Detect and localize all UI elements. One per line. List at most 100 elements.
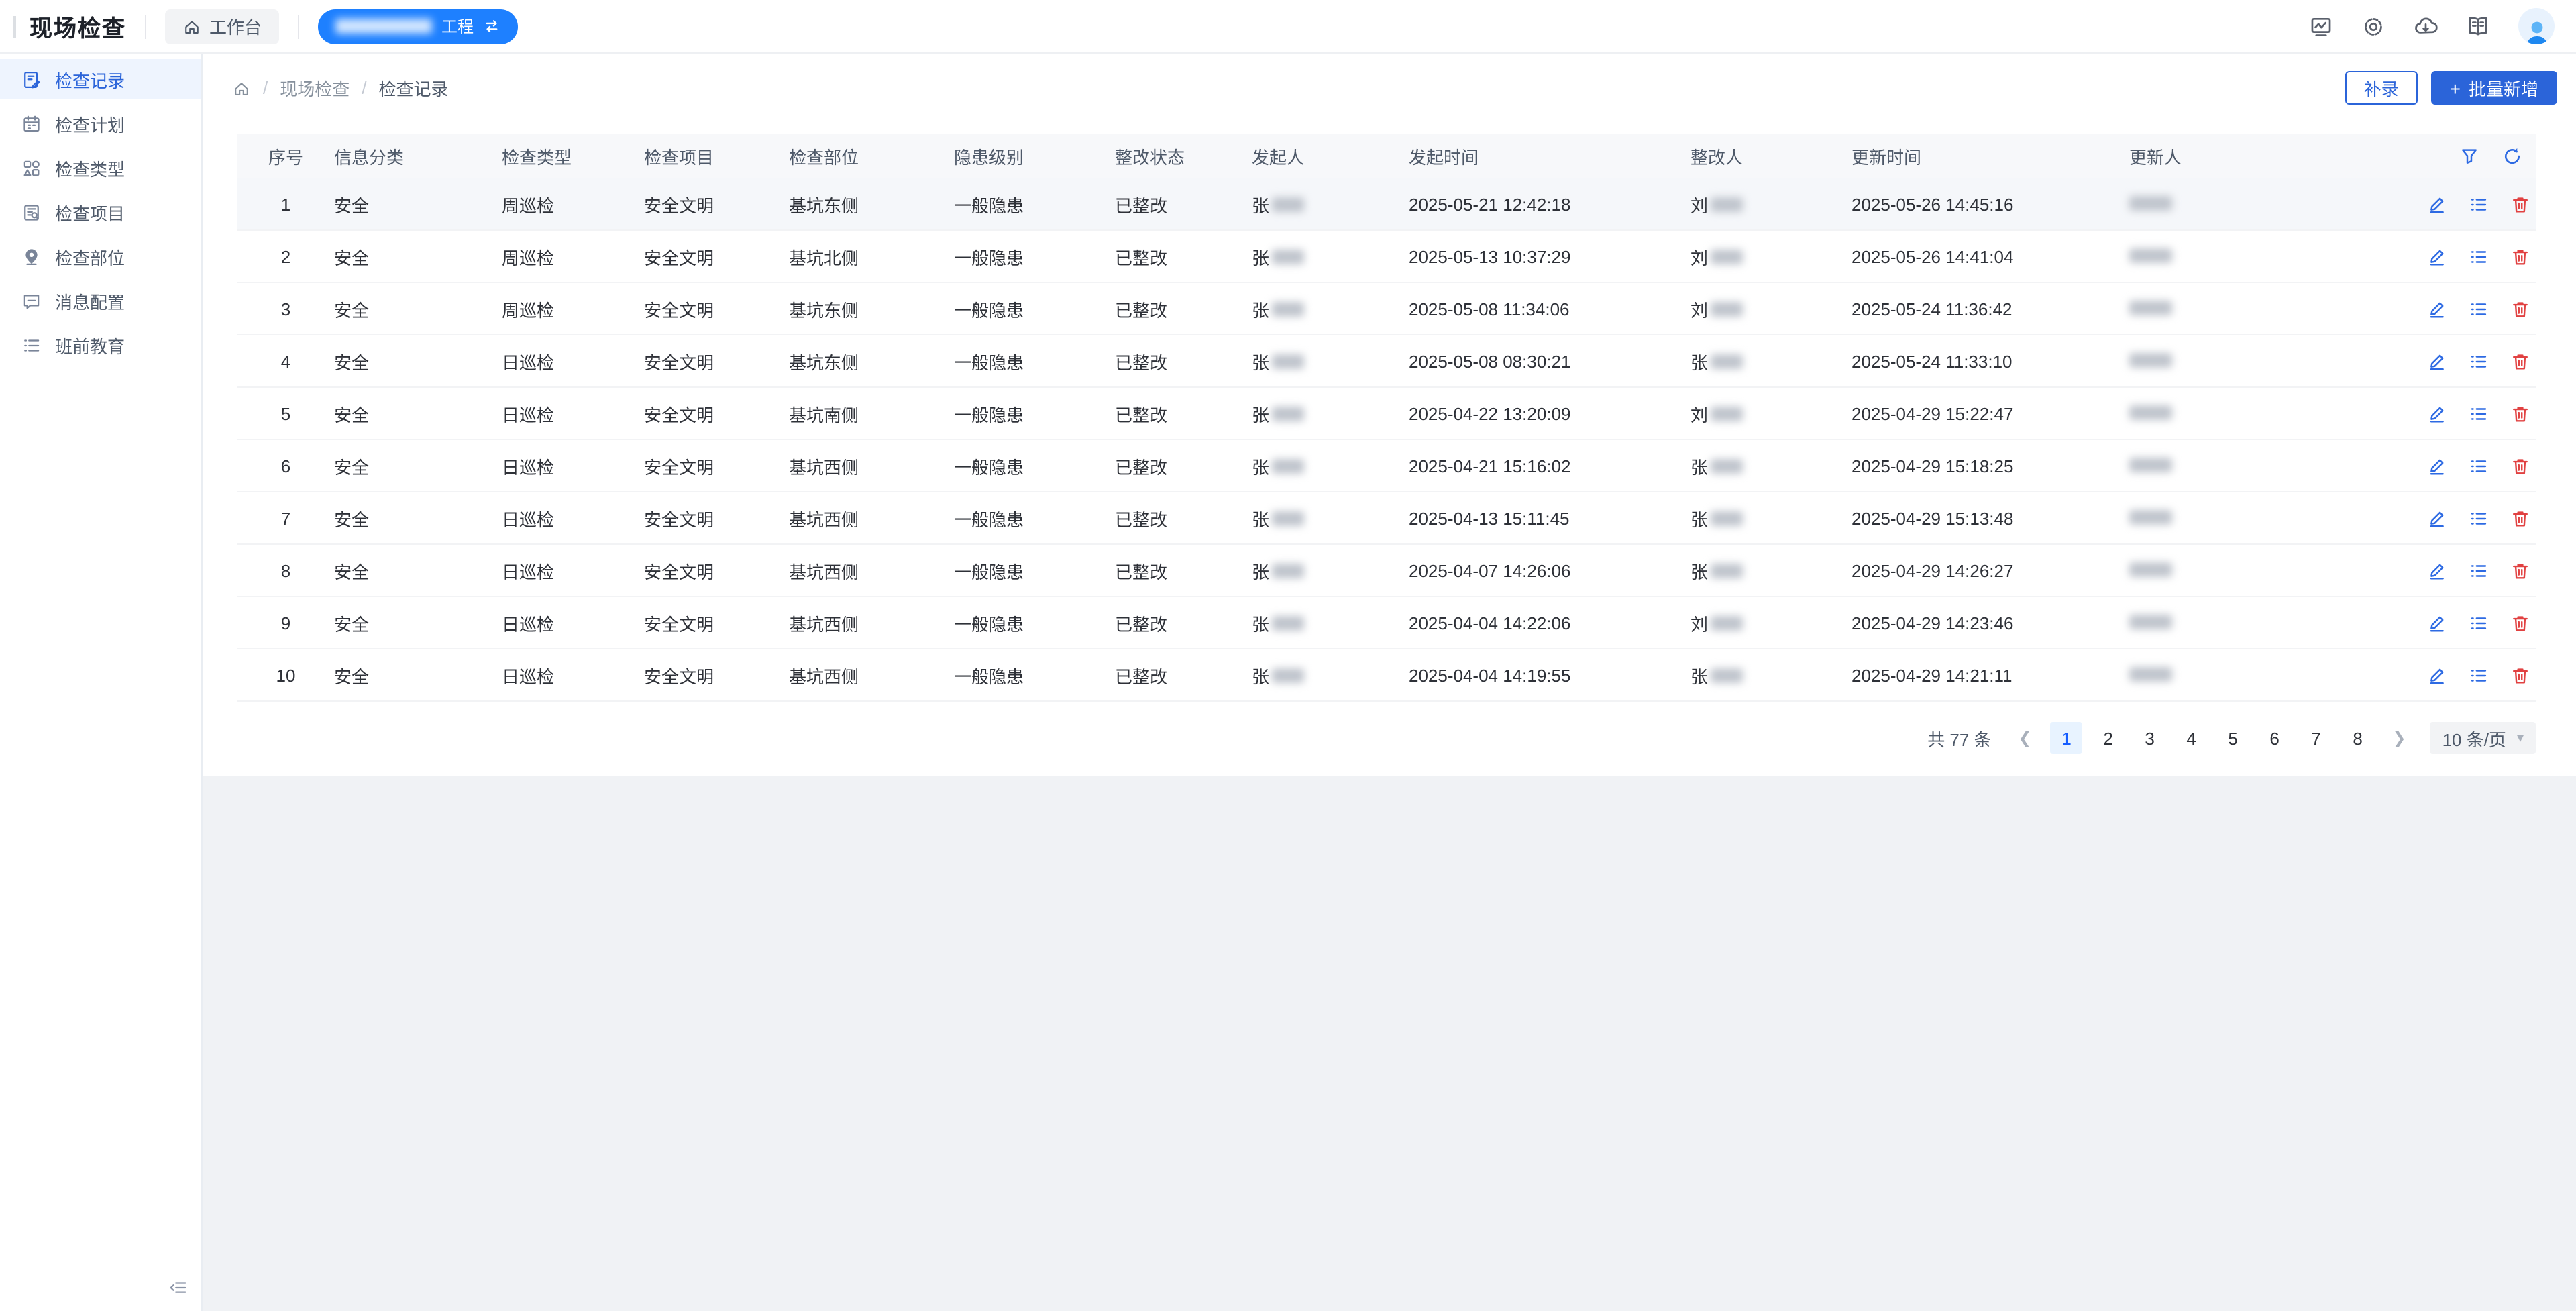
table-row[interactable]: 6 安全 日巡检 安全文明 基坑西侧 一般隐患 已整改 张 2025-04-21… [237,439,2536,492]
page-button-8[interactable]: 8 [2342,722,2374,754]
table-row[interactable]: 3 安全 周巡检 安全文明 基坑东侧 一般隐患 已整改 张 2025-05-08… [237,282,2536,335]
page-button-2[interactable]: 2 [2092,722,2125,754]
edit-icon[interactable] [2426,298,2447,319]
page-size-select[interactable]: 10 条/页 ▾ [2430,722,2536,754]
sidebar: 检查记录 检查计划 检查类型 [0,54,203,1311]
detail-list-icon[interactable] [2467,455,2489,476]
home-icon[interactable] [232,78,251,97]
delete-icon[interactable] [2509,298,2530,319]
edit-icon[interactable] [2426,193,2447,215]
cell-status: 已整改 [1115,439,1252,492]
delete-icon[interactable] [2509,664,2530,686]
detail-list-icon[interactable] [2467,298,2489,319]
chevron-right-icon[interactable]: ❯ [2383,722,2416,754]
redacted-text [1272,563,1304,578]
sidebar-item-inspection-plan[interactable]: 检查计划 [0,103,201,144]
cell-no: 1 [237,178,334,230]
page-button-4[interactable]: 4 [2176,722,2208,754]
cell-updated-at: 2025-05-24 11:36:42 [1851,282,2129,335]
filter-icon[interactable] [2458,146,2479,167]
breadcrumb-item[interactable]: 现场检查 [280,75,350,101]
edit-icon[interactable] [2426,560,2447,581]
redacted-text [1711,249,1743,264]
page-button-7[interactable]: 7 [2300,722,2332,754]
supplement-button[interactable]: 补录 [2345,71,2418,105]
detail-list-icon[interactable] [2467,560,2489,581]
sidebar-item-inspection-records[interactable]: 检查记录 [0,59,201,99]
table-row[interactable]: 9 安全 日巡检 安全文明 基坑西侧 一般隐患 已整改 张 2025-04-04… [237,596,2536,649]
sidebar-item-inspection-items[interactable]: 检查项目 [0,192,201,232]
gear-icon[interactable] [2361,14,2385,38]
menu-fold-icon[interactable] [165,1275,189,1299]
edit-icon[interactable] [2426,246,2447,267]
edit-icon[interactable] [2426,507,2447,529]
edit-icon[interactable] [2426,612,2447,633]
detail-list-icon[interactable] [2467,193,2489,215]
redacted-text [2129,352,2172,367]
page-button-3[interactable]: 3 [2134,722,2166,754]
cell-type: 日巡检 [502,492,644,544]
sidebar-item-inspection-type[interactable]: 检查类型 [0,148,201,188]
page-button-1[interactable]: 1 [2051,722,2083,754]
cell-location: 基坑东侧 [789,178,954,230]
cell-initiated-at: 2025-04-22 13:20:09 [1409,387,1690,439]
table-row[interactable]: 2 安全 周巡检 安全文明 基坑北侧 一般隐患 已整改 张 2025-05-13… [237,230,2536,282]
table-row[interactable]: 4 安全 日巡检 安全文明 基坑东侧 一般隐患 已整改 张 2025-05-08… [237,335,2536,387]
cell-no: 4 [237,335,334,387]
cell-updated-at: 2025-05-24 11:33:10 [1851,335,2129,387]
cell-status: 已整改 [1115,230,1252,282]
cell-level: 一般隐患 [954,492,1115,544]
cell-initiated-at: 2025-05-08 08:30:21 [1409,335,1690,387]
sidebar-item-preshift-education[interactable]: 班前教育 [0,325,201,365]
message-config-icon [21,291,42,311]
cloud-download-icon[interactable] [2414,14,2438,38]
sidebar-item-inspection-location[interactable]: 检查部位 [0,236,201,276]
app-title: 现场检查 [30,9,126,43]
edit-icon[interactable] [2426,455,2447,476]
delete-icon[interactable] [2509,612,2530,633]
delete-icon[interactable] [2509,560,2530,581]
refresh-icon[interactable] [2501,146,2522,167]
batch-add-button[interactable]: + 批量新增 [2431,71,2557,105]
detail-list-icon[interactable] [2467,350,2489,372]
records-table: 序号 信息分类 检查类型 检查项目 检查部位 隐患级别 整改状态 发起人 发起时… [237,134,2536,702]
workbench-button[interactable]: 工作台 [165,9,279,44]
cell-updater [2129,649,2330,701]
cell-initiator: 张 [1252,492,1409,544]
detail-list-icon[interactable] [2467,664,2489,686]
batch-add-label: 批量新增 [2469,75,2538,101]
cell-updater [2129,230,2330,282]
edit-icon[interactable] [2426,350,2447,372]
edit-icon[interactable] [2426,403,2447,424]
delete-icon[interactable] [2509,507,2530,529]
table-row[interactable]: 1 安全 周巡检 安全文明 基坑东侧 一般隐患 已整改 张 2025-05-21… [237,178,2536,230]
detail-list-icon[interactable] [2467,612,2489,633]
book-icon[interactable] [2466,14,2490,38]
chevron-down-icon: ▾ [2517,731,2524,745]
project-switcher[interactable]: 工程 [318,9,518,44]
cell-item: 安全文明 [644,387,789,439]
delete-icon[interactable] [2509,193,2530,215]
redacted-text [1272,511,1304,525]
sidebar-item-message-config[interactable]: 消息配置 [0,280,201,321]
detail-list-icon[interactable] [2467,507,2489,529]
page-button-6[interactable]: 6 [2259,722,2291,754]
pagination: 共 77 条 ❮ 1 2 3 4 5 6 7 8 ❯ 10 条/页 ▾ [203,722,2536,754]
page-button-5[interactable]: 5 [2217,722,2249,754]
table-row[interactable]: 10 安全 日巡检 安全文明 基坑西侧 一般隐患 已整改 张 2025-04-0… [237,649,2536,701]
delete-icon[interactable] [2509,246,2530,267]
chevron-left-icon[interactable]: ❮ [2009,722,2041,754]
user-avatar[interactable] [2518,8,2555,44]
table-row[interactable]: 5 安全 日巡检 安全文明 基坑南侧 一般隐患 已整改 张 2025-04-22… [237,387,2536,439]
detail-list-icon[interactable] [2467,403,2489,424]
redacted-text [1711,301,1743,316]
home-icon [182,17,201,36]
detail-list-icon[interactable] [2467,246,2489,267]
table-row[interactable]: 7 安全 日巡检 安全文明 基坑西侧 一般隐患 已整改 张 2025-04-13… [237,492,2536,544]
delete-icon[interactable] [2509,403,2530,424]
edit-icon[interactable] [2426,664,2447,686]
delete-icon[interactable] [2509,455,2530,476]
table-row[interactable]: 8 安全 日巡检 安全文明 基坑西侧 一般隐患 已整改 张 2025-04-07… [237,544,2536,596]
delete-icon[interactable] [2509,350,2530,372]
monitor-icon[interactable] [2309,14,2333,38]
